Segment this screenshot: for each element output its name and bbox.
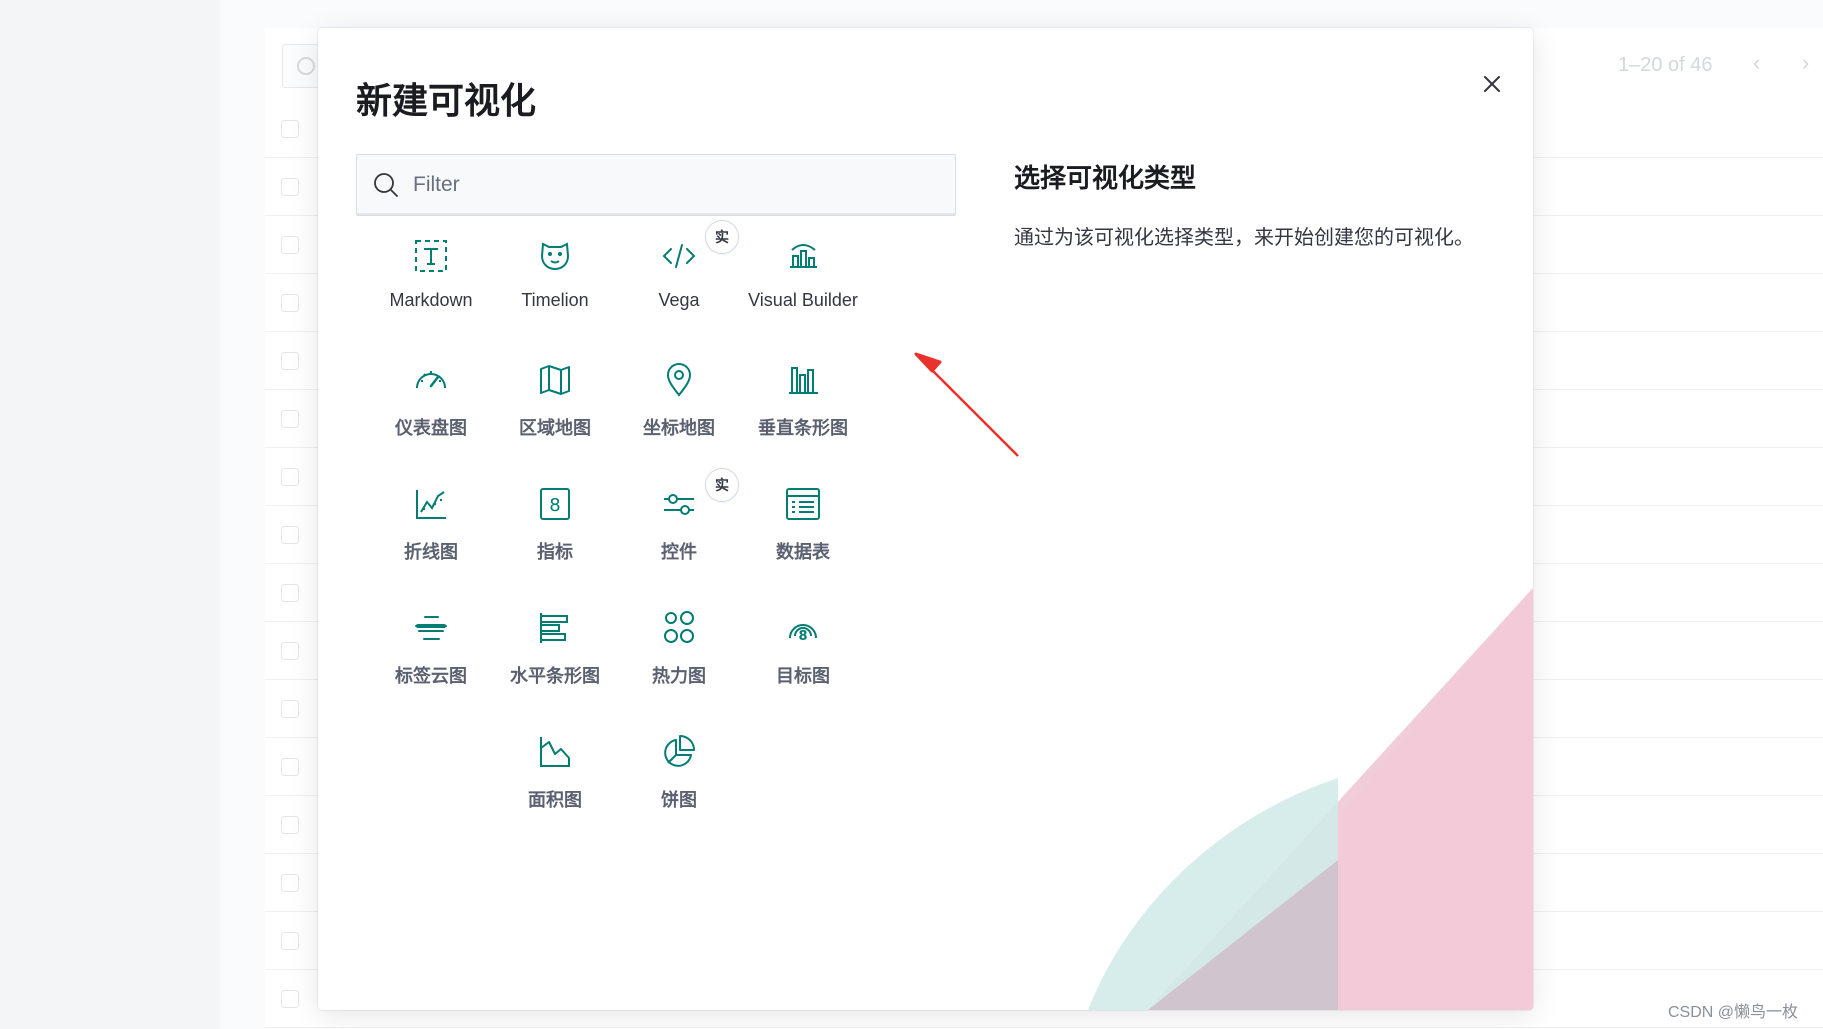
vis-type-markdown[interactable]: Markdown: [359, 228, 503, 338]
vis-type-horizontal-bar[interactable]: 水平条形图: [483, 600, 627, 710]
vis-type-controls[interactable]: 实 控件: [607, 468, 751, 586]
vis-type-data-table[interactable]: 数据表: [731, 476, 875, 586]
row-checkbox[interactable]: [281, 352, 299, 370]
vis-label: Timelion: [521, 290, 589, 310]
vis-label: 坐标地图: [643, 418, 715, 438]
filter-field[interactable]: [356, 154, 956, 216]
vis-label: Markdown: [389, 290, 473, 310]
heatmap-icon: [659, 608, 699, 648]
row-checkbox[interactable]: [281, 700, 299, 718]
vis-label: 数据表: [776, 542, 830, 562]
goal-icon: 8: [783, 608, 823, 648]
vis-label: 指标: [537, 542, 573, 562]
row-checkbox[interactable]: [281, 990, 299, 1008]
visual-builder-icon: [783, 236, 823, 276]
metric-icon: 8: [535, 484, 575, 524]
svg-text:8: 8: [549, 495, 560, 516]
vertical-bar-icon: [783, 360, 823, 400]
row-checkbox[interactable]: [281, 468, 299, 486]
line-chart-icon: [411, 484, 451, 524]
close-button[interactable]: [1470, 62, 1514, 106]
vega-icon: [659, 236, 699, 276]
vis-label: 水平条形图: [510, 666, 600, 686]
row-checkbox[interactable]: [281, 874, 299, 892]
search-icon: [374, 173, 398, 197]
chevron-right-icon[interactable]: ›: [1802, 50, 1823, 75]
row-checkbox[interactable]: [281, 410, 299, 428]
controls-icon: [659, 484, 699, 524]
pagination-text: 1–20 of 46: [1618, 54, 1713, 76]
row-checkbox[interactable]: [281, 642, 299, 660]
vis-label: 垂直条形图: [758, 418, 848, 438]
row-checkbox[interactable]: [281, 932, 299, 950]
vis-label: 目标图: [776, 666, 830, 686]
chevron-left-icon[interactable]: ‹: [1753, 50, 1777, 75]
vis-type-region-map[interactable]: 区域地图: [483, 352, 627, 462]
vis-label: 标签云图: [395, 666, 467, 686]
filter-input[interactable]: [413, 165, 933, 205]
row-checkbox[interactable]: [281, 758, 299, 776]
vis-type-gauge[interactable]: 仪表盘图: [359, 352, 503, 462]
vis-type-goal[interactable]: 8 目标图: [731, 600, 875, 710]
vis-label: 饼图: [661, 790, 697, 810]
svg-text:8: 8: [798, 629, 807, 644]
data-table-icon: [783, 484, 823, 524]
coordinate-map-icon: [659, 360, 699, 400]
row-checkbox[interactable]: [281, 526, 299, 544]
description-title: 选择可视化类型: [1014, 163, 1197, 193]
vis-type-visual-builder[interactable]: Visual Builder: [731, 228, 875, 338]
vis-type-line[interactable]: 折线图: [359, 476, 503, 586]
description-text: 通过为该可视化选择类型，来开始创建您的可视化。: [1014, 227, 1474, 249]
modal-title: 新建可视化: [356, 80, 537, 121]
search-icon: [297, 57, 315, 75]
vis-type-timelion[interactable]: Timelion: [483, 228, 627, 338]
vis-type-area[interactable]: 面积图: [483, 724, 627, 834]
vis-label: 控件: [661, 542, 697, 562]
horizontal-bar-icon: [535, 608, 575, 648]
vis-type-pie[interactable]: 饼图: [607, 724, 751, 834]
row-checkbox[interactable]: [281, 294, 299, 312]
row-checkbox[interactable]: [281, 120, 299, 138]
region-map-icon: [535, 360, 575, 400]
vis-type-vertical-bar[interactable]: 垂直条形图: [731, 352, 875, 462]
timelion-icon: [535, 236, 575, 276]
row-checkbox[interactable]: [281, 584, 299, 602]
gauge-icon: [411, 360, 451, 400]
watermark: CSDN @懒鸟一枚: [1668, 1004, 1799, 1021]
vis-type-tag-cloud[interactable]: 标签云图: [359, 600, 503, 710]
new-visualization-modal: 新建可视化 Markdown Timelion: [318, 28, 1533, 1010]
area-chart-icon: [535, 732, 575, 772]
row-checkbox[interactable]: [281, 236, 299, 254]
vis-type-coordinate-map[interactable]: 坐标地图: [607, 352, 751, 462]
vis-label: Visual Builder: [748, 290, 858, 310]
vis-label: 面积图: [528, 790, 582, 810]
row-checkbox[interactable]: [281, 178, 299, 196]
tag-cloud-icon: [411, 608, 451, 648]
vis-type-metric[interactable]: 8 指标: [483, 476, 627, 586]
vis-label: 区域地图: [519, 418, 591, 438]
vis-type-vega[interactable]: 实 Vega: [607, 220, 751, 338]
vis-label: 仪表盘图: [395, 418, 467, 438]
close-icon: [1484, 76, 1500, 92]
vis-label: 折线图: [404, 542, 458, 562]
vis-type-heatmap[interactable]: 热力图: [607, 600, 751, 710]
markdown-icon: [411, 236, 451, 276]
row-checkbox[interactable]: [281, 816, 299, 834]
pie-chart-icon: [659, 732, 699, 772]
vis-label: Vega: [658, 290, 700, 310]
vis-label: 热力图: [652, 666, 706, 686]
